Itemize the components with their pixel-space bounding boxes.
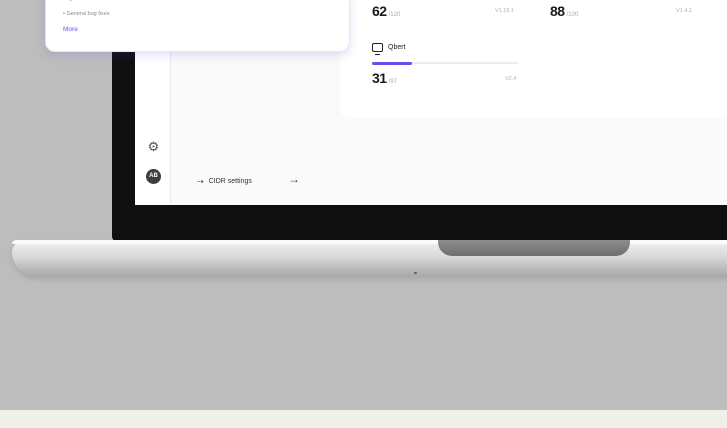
bottom-strip — [0, 410, 727, 428]
tool-qbert[interactable]: Qbert — [372, 43, 406, 55]
popup-line-2: • General bug fixes — [63, 11, 110, 17]
cidr-icon: ⇢ — [197, 176, 204, 186]
cidr-settings-label: CIDR settings — [208, 177, 252, 185]
stat-1: 62/120 — [372, 3, 400, 21]
progress-fill — [372, 61, 412, 65]
stat-3-total: /97 — [388, 79, 397, 85]
stat-1-total: /120 — [388, 12, 401, 18]
cidr-settings-link[interactable]: ⇢ CIDR settings — [197, 174, 252, 188]
progress-bar — [372, 61, 519, 65]
gear-icon[interactable]: ⚙ — [147, 140, 160, 153]
stat-3-version: V2.4 — [505, 76, 517, 82]
arrow-right-icon[interactable]: → — [288, 172, 300, 186]
laptop-notch — [438, 240, 630, 256]
monitor-icon — [372, 43, 383, 55]
laptop-foot — [414, 272, 417, 274]
more-link[interactable]: More — [63, 26, 78, 33]
release-notes-popup: bugs • General bug fixes More — [45, 0, 350, 52]
popup-line-1: bugs — [63, 0, 75, 2]
stat-1-version: V1.15.1 — [495, 8, 514, 14]
stat-3-value: 31 — [372, 70, 387, 86]
tool-name: Qbert — [388, 44, 406, 51]
stat-2-value: 88 — [550, 3, 565, 19]
stat-1-value: 62 — [372, 3, 387, 19]
stat-2-total: /100 — [566, 12, 579, 18]
laptop-scene: ⚙ AB ⇢ CIDR settings → 62/120 V1.15.1 88… — [0, 0, 727, 428]
stat-2-version: V1.4.1 — [676, 8, 692, 14]
avatar[interactable]: AB — [146, 169, 161, 184]
stat-3: 31/97 — [372, 70, 397, 88]
stat-2: 88/100 — [550, 3, 578, 21]
